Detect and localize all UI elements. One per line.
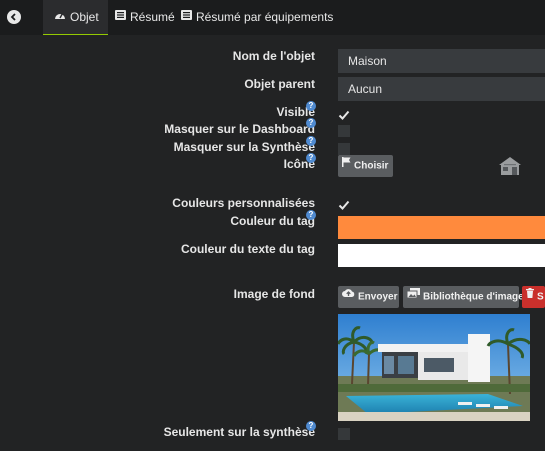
background-image-preview	[338, 314, 530, 421]
tab-resume-equipements-label: Résumé par équipements	[196, 10, 334, 24]
bibliotheque-image-button[interactable]: Bibliothèque d'image	[403, 285, 524, 308]
image-fond-label: Image de fond	[233, 287, 315, 301]
tab-objet-label: Objet	[70, 10, 99, 24]
list-icon	[115, 0, 126, 34]
seulement-synthese-checkbox[interactable]	[338, 428, 350, 440]
bibliotheque-label: Bibliothèque d'image	[423, 291, 524, 303]
supprimer-label: S	[537, 291, 544, 303]
couleurs-personnalisees-label: Couleurs personnalisées	[172, 196, 315, 210]
flag-icon	[342, 154, 351, 176]
dashboard-icon	[54, 0, 66, 34]
couleur-tag-picker[interactable]	[338, 216, 545, 239]
house-icon	[499, 157, 521, 175]
supprimer-button[interactable]: S	[522, 286, 545, 308]
images-icon	[406, 285, 420, 307]
envoyer-label: Envoyer	[358, 291, 398, 303]
couleur-texte-tag-picker[interactable]	[338, 244, 545, 267]
choisir-button[interactable]: Choisir	[338, 155, 393, 177]
tab-resume-equipements[interactable]: Résumé par équipements	[181, 0, 333, 35]
objet-parent-label: Objet parent	[244, 77, 315, 91]
back-icon[interactable]	[7, 10, 21, 24]
choisir-label: Choisir	[354, 160, 389, 172]
couleur-tag-label: Couleur du tag	[230, 214, 315, 228]
nom-objet-input[interactable]: Maison	[338, 49, 545, 73]
nom-objet-label: Nom de l'objet	[232, 49, 315, 63]
masquer-dashboard-label: Masquer sur le Dashboard	[164, 122, 315, 136]
tab-bar: Objet Résumé Résumé par équipements	[0, 0, 545, 35]
couleur-texte-tag-label: Couleur du texte du tag	[180, 242, 315, 256]
trash-icon	[526, 286, 534, 307]
couleurs-personnalisees-checkbox[interactable]	[338, 199, 350, 211]
tab-objet[interactable]: Objet	[43, 0, 108, 35]
help-icon[interactable]: ?	[306, 421, 316, 431]
cloud-upload-icon	[342, 285, 355, 307]
help-icon[interactable]: ?	[306, 136, 316, 146]
objet-parent-select[interactable]: Aucun	[338, 77, 545, 101]
help-icon[interactable]: ?	[306, 118, 316, 128]
object-config-page: Objet Résumé Résumé par équipements Nom …	[0, 0, 545, 451]
envoyer-button[interactable]: Envoyer	[338, 286, 399, 308]
seulement-synthese-label: Seulement sur la synthèse	[163, 425, 315, 439]
help-icon[interactable]: ?	[306, 101, 316, 111]
tab-resume[interactable]: Résumé	[115, 0, 175, 35]
visible-checkbox[interactable]	[338, 109, 350, 121]
masquer-dashboard-checkbox[interactable]	[338, 125, 350, 137]
tab-resume-label: Résumé	[130, 10, 175, 24]
list-icon	[181, 0, 192, 34]
help-icon[interactable]: ?	[306, 153, 316, 163]
help-icon[interactable]: ?	[306, 210, 316, 220]
masquer-synthese-label: Masquer sur la Synthèse	[173, 140, 315, 154]
